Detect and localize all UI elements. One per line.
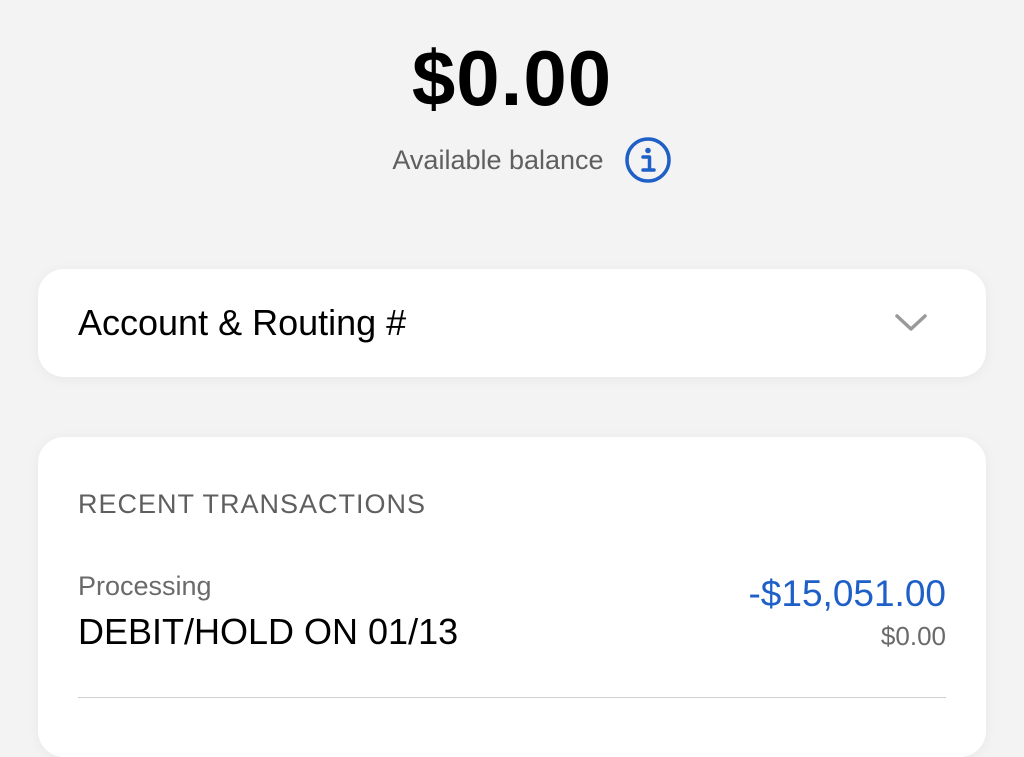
available-balance-label: Available balance <box>392 144 604 175</box>
transaction-status: Processing <box>78 571 212 601</box>
account-routing-card[interactable]: Account & Routing # <box>38 269 986 377</box>
transaction-description: DEBIT/HOLD ON 01/13 <box>78 611 459 652</box>
info-icon[interactable] <box>624 136 672 184</box>
chevron-down-icon[interactable] <box>894 312 928 334</box>
transaction-amount: -$15,051.00 <box>748 573 946 614</box>
balance-amount: $0.00 <box>411 34 613 122</box>
recent-transactions-header: RECENT TRANSACTIONS <box>78 489 427 519</box>
transaction-row[interactable]: Processing DEBIT/HOLD ON 01/13 -$15,051.… <box>78 567 946 657</box>
transaction-running-balance: $0.00 <box>880 621 946 651</box>
recent-transactions-card: RECENT TRANSACTIONS Processing DEBIT/HOL… <box>38 437 986 757</box>
transaction-divider <box>78 697 946 698</box>
account-routing-label: Account & Routing # <box>78 302 407 343</box>
balance-label-row: Available balance <box>0 136 1024 184</box>
